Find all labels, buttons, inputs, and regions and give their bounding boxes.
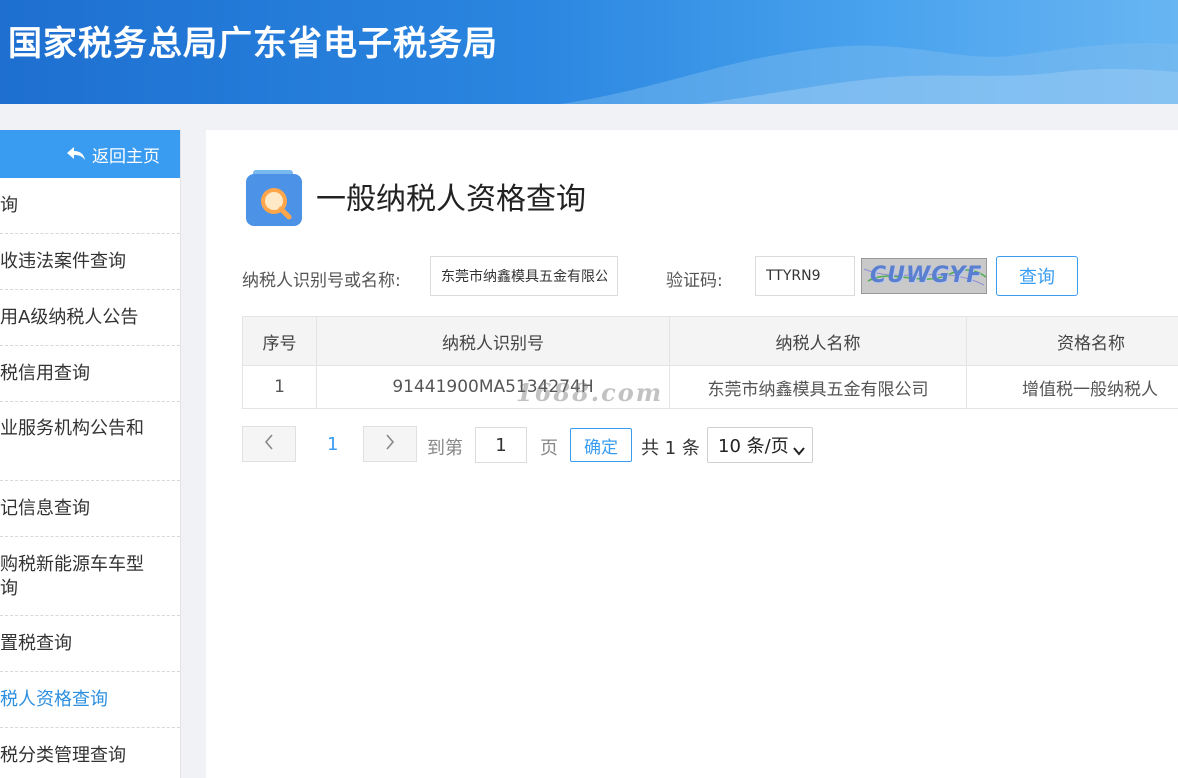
column-header-qualification: 资格名称 — [966, 316, 1178, 366]
page-size-select[interactable]: 10 条/页 — [707, 427, 813, 463]
sidebar-item-label: 用A级纳税人公告 — [0, 306, 139, 328]
sidebar-item-label: 税信用查询 — [0, 362, 90, 384]
reply-arrow-icon — [66, 146, 86, 162]
column-header-index: 序号 — [242, 316, 317, 366]
search-document-icon — [246, 170, 302, 230]
sidebar-item-service-agencies[interactable]: 业服务机构公告和 — [0, 402, 180, 481]
goto-label: 到第 — [427, 438, 463, 459]
sidebar-item-label: 税人资格查询 — [0, 688, 108, 710]
page-size-value: 10 条/页 — [718, 436, 789, 457]
table-header-row: 序号 纳税人识别号 纳税人名称 资格名称 — [242, 316, 1178, 366]
confirm-button[interactable]: 确定 — [570, 428, 632, 462]
cell-taxpayer-id: 91441900MA5134274H — [316, 365, 670, 409]
sidebar-item-label: 购税新能源车车型 — [0, 554, 144, 575]
sidebar-item-label: 业服务机构公告和 — [0, 418, 144, 439]
page-number[interactable]: 1 — [327, 434, 338, 455]
back-home-button[interactable]: 返回主页 — [0, 130, 180, 178]
taxpayer-label: 纳税人识别号或名称: — [242, 271, 401, 291]
query-button[interactable]: 查询 — [996, 256, 1078, 296]
captcha-text: CUWGYF — [870, 263, 983, 288]
prev-page-button[interactable] — [242, 426, 296, 462]
sidebar-item-label-line2: 询 — [0, 578, 18, 599]
sidebar-item-query[interactable]: 询 — [0, 178, 180, 234]
sidebar-item-label: 置税查询 — [0, 632, 72, 654]
chevron-right-icon — [385, 434, 395, 454]
captcha-image[interactable]: CUWGYF — [861, 258, 987, 294]
sidebar-item-label: 收违法案件查询 — [0, 250, 126, 272]
sidebar-item-registration-info[interactable]: 记信息查询 — [0, 481, 180, 537]
sidebar-item-label: 记信息查询 — [0, 497, 90, 519]
next-page-button[interactable] — [363, 426, 417, 462]
site-header: 国家税务总局广东省电子税务局 — [0, 0, 1178, 104]
sidebar-item-label: 税分类管理查询 — [0, 744, 126, 766]
sidebar-item-classification[interactable]: 税分类管理查询 — [0, 728, 180, 778]
sidebar-item-new-energy-vehicles[interactable]: 购税新能源车车型 询 — [0, 537, 180, 616]
page-unit-label: 页 — [540, 438, 558, 459]
sidebar-item-a-level-taxpayers[interactable]: 用A级纳税人公告 — [0, 290, 180, 346]
cell-index: 1 — [242, 365, 317, 409]
sidebar-item-tax-credit[interactable]: 税信用查询 — [0, 346, 180, 402]
captcha-label: 验证码: — [666, 271, 723, 291]
goto-page-input[interactable] — [475, 427, 527, 463]
captcha-input[interactable] — [755, 256, 855, 296]
chevron-down-icon — [793, 440, 805, 461]
sidebar: 返回主页 询 收违法案件查询 用A级纳税人公告 税信用查询 业服务机构公告和 记… — [0, 130, 181, 778]
back-home-label: 返回主页 — [92, 146, 160, 167]
page-title: 一般纳税人资格查询 — [316, 182, 586, 217]
cell-taxpayer-name: 东莞市纳鑫模具五金有限公司 — [669, 365, 967, 409]
sidebar-item-illegal-cases[interactable]: 收违法案件查询 — [0, 234, 180, 290]
chevron-left-icon — [264, 434, 274, 454]
main-panel: 一般纳税人资格查询 纳税人识别号或名称: 验证码: CUWGYF 查询 序号 纳… — [206, 130, 1178, 778]
table-row: 1 91441900MA5134274H 东莞市纳鑫模具五金有限公司 增值税一般… — [242, 365, 1178, 409]
sidebar-item-purchase-tax[interactable]: 置税查询 — [0, 616, 180, 672]
sidebar-item-label: 询 — [0, 194, 18, 216]
sidebar-item-taxpayer-qualification[interactable]: 税人资格查询 — [0, 672, 180, 728]
total-count: 共 1 条 — [641, 438, 700, 459]
results-table: 序号 纳税人识别号 纳税人名称 资格名称 1 91441900MA5134274… — [242, 316, 1178, 409]
column-header-taxpayer-id: 纳税人识别号 — [316, 316, 670, 366]
site-title: 国家税务总局广东省电子税务局 — [8, 24, 498, 64]
cell-qualification: 增值税一般纳税人 — [966, 365, 1178, 409]
column-header-taxpayer-name: 纳税人名称 — [669, 316, 967, 366]
taxpayer-input[interactable] — [430, 256, 618, 296]
